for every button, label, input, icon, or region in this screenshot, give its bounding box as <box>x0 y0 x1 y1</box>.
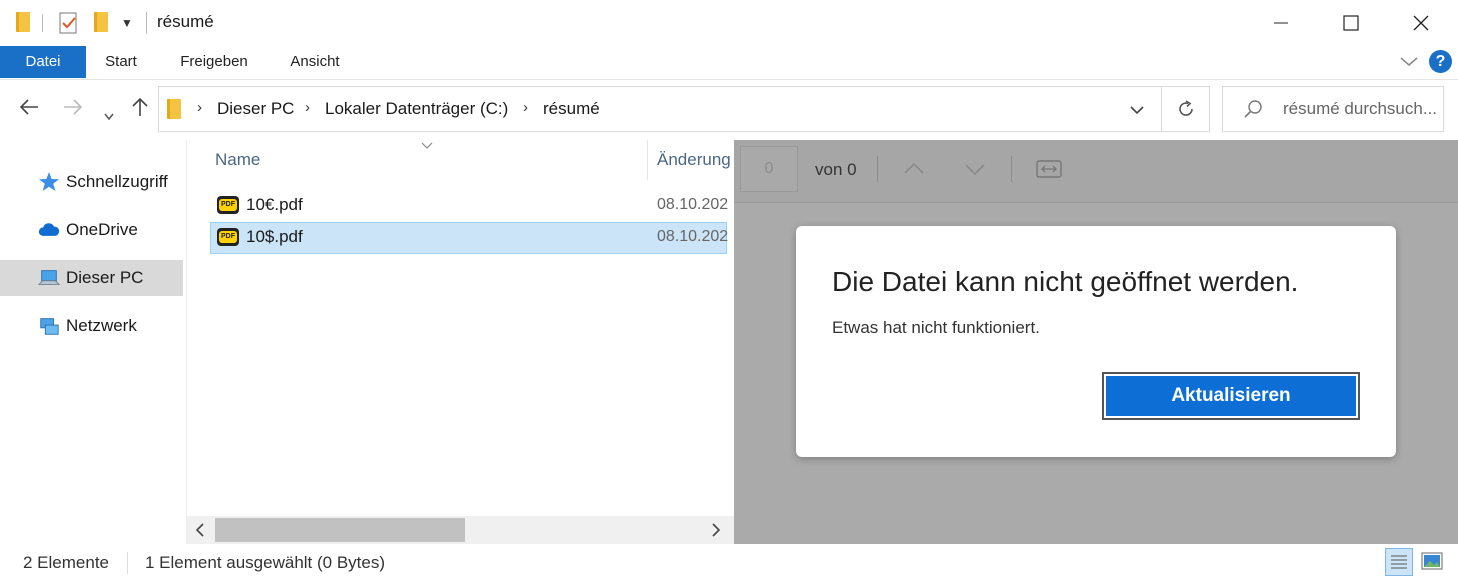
nav-item-dieser-pc[interactable]: Dieser PC <box>0 260 183 296</box>
search-input[interactable]: résumé durchsuch... <box>1283 99 1437 119</box>
preview-pane: 0 von 0 Die Datei kann nicht geöffnet we… <box>734 140 1458 544</box>
search-icon <box>1243 99 1263 124</box>
refresh-dialog-button[interactable]: Aktualisieren <box>1102 372 1360 420</box>
nav-item-netzwerk[interactable]: Netzwerk <box>0 308 183 344</box>
recent-locations-button[interactable] <box>103 102 115 128</box>
minimize-button[interactable] <box>1246 0 1316 46</box>
nav-label: Netzwerk <box>66 316 137 335</box>
computer-icon <box>38 267 60 289</box>
minimize-icon <box>1274 22 1288 24</box>
chevron-down-icon <box>965 164 985 176</box>
file-name: 10€.pdf <box>246 195 303 214</box>
breadcrumb-separator-icon[interactable]: › <box>305 99 310 116</box>
search-box[interactable]: résumé durchsuch... <box>1222 86 1444 132</box>
customize-toolbar-icon[interactable]: ▼ <box>121 16 133 30</box>
refresh-icon <box>1178 100 1193 116</box>
navigation-pane: Schnellzugriff OneDrive Dieser PC Netzwe… <box>0 140 187 544</box>
dialog-title: Die Datei kann nicht geöffnet werden. <box>832 266 1299 297</box>
column-divider[interactable] <box>647 140 648 180</box>
breadcrumb-resume[interactable]: résumé <box>543 99 600 119</box>
maximize-icon <box>1343 15 1359 31</box>
divider <box>1011 156 1012 182</box>
address-history-icon[interactable] <box>1129 103 1145 121</box>
window-title: résumé <box>157 12 214 31</box>
dialog-message: Etwas hat nicht funktioniert. <box>832 318 1040 337</box>
expand-ribbon-icon[interactable] <box>1398 50 1420 77</box>
breadcrumb-drive[interactable]: Lokaler Datenträger (C:) <box>325 99 508 119</box>
details-view-icon <box>1391 555 1407 569</box>
nav-item-onedrive[interactable]: OneDrive <box>0 212 183 248</box>
address-bar[interactable]: › Dieser PC › Lokaler Datenträger (C:) ›… <box>158 86 1162 132</box>
close-icon <box>1413 15 1429 31</box>
up-button[interactable] <box>130 96 150 124</box>
title-bar: ▼ résumé <box>0 0 1458 46</box>
scrollbar-thumb[interactable] <box>215 518 465 542</box>
page-count: von 0 <box>815 160 857 179</box>
nav-label: OneDrive <box>66 220 138 239</box>
refresh-dialog-button-label: Aktualisieren <box>1106 376 1356 416</box>
page-number-input[interactable]: 0 <box>740 146 798 192</box>
chevron-up-icon <box>904 162 924 174</box>
tab-ansicht[interactable]: Ansicht <box>278 46 352 78</box>
folder-icon <box>16 12 30 32</box>
selection-info: 1 Element ausgewählt (0 Bytes) <box>145 553 386 572</box>
breadcrumb-dieser-pc[interactable]: Dieser PC <box>217 99 294 119</box>
column-header-date[interactable]: Änderung <box>657 150 731 170</box>
forward-arrow-icon <box>64 99 83 115</box>
breadcrumb-separator-icon[interactable]: › <box>197 99 202 116</box>
help-icon[interactable]: ? <box>1429 50 1452 73</box>
refresh-button[interactable] <box>1162 86 1210 132</box>
tab-start[interactable]: Start <box>90 46 152 78</box>
column-header-name[interactable]: Name <box>215 150 260 170</box>
file-name: 10$.pdf <box>246 227 303 246</box>
back-button[interactable] <box>18 96 40 124</box>
pdf-file-icon: PDF <box>217 228 239 246</box>
file-row[interactable]: PDF 10€.pdf 08.10.202 <box>210 190 729 222</box>
back-arrow-icon <box>19 99 38 115</box>
fit-width-icon <box>1036 160 1062 178</box>
maximize-button[interactable] <box>1316 0 1386 46</box>
new-folder-icon[interactable] <box>94 12 108 32</box>
scroll-right-icon[interactable] <box>709 521 723 544</box>
nav-label: Dieser PC <box>66 268 144 287</box>
status-bar: 2 Elemente 1 Element ausgewählt (0 Bytes… <box>0 544 1458 580</box>
nav-label: Schnellzugriff <box>66 172 168 191</box>
cloud-icon <box>38 219 60 241</box>
divider <box>42 14 43 32</box>
properties-icon[interactable] <box>58 11 80 40</box>
previous-page-button[interactable] <box>902 160 926 181</box>
error-dialog: Die Datei kann nicht geöffnet werden. Et… <box>796 226 1396 457</box>
folder-icon <box>167 99 181 119</box>
divider <box>146 12 147 34</box>
pdf-file-icon: PDF <box>217 196 239 214</box>
star-icon <box>38 171 60 193</box>
large-icons-view-icon <box>1421 552 1443 570</box>
tab-datei[interactable]: Datei <box>0 46 86 78</box>
next-page-button[interactable] <box>963 162 987 183</box>
close-button[interactable] <box>1386 0 1456 46</box>
file-date: 08.10.202 <box>657 196 729 213</box>
ribbon: Datei Start Freigeben Ansicht ? <box>0 46 1458 80</box>
horizontal-scrollbar[interactable] <box>187 516 734 544</box>
address-row: › Dieser PC › Lokaler Datenträger (C:) ›… <box>0 80 1458 140</box>
file-date: 08.10.202 <box>657 228 729 245</box>
sort-indicator-icon <box>420 140 434 156</box>
divider <box>127 552 128 574</box>
network-icon <box>38 315 60 337</box>
file-list: Name Änderung PDF 10€.pdf 08.10.202 PDF … <box>187 140 734 544</box>
file-row-selected[interactable]: PDF 10$.pdf 08.10.202 <box>210 222 729 254</box>
details-view-button[interactable] <box>1385 548 1413 576</box>
item-count: 2 Elemente <box>23 553 109 572</box>
breadcrumb-separator-icon[interactable]: › <box>523 99 528 116</box>
divider <box>877 156 878 182</box>
fit-width-button[interactable] <box>1036 159 1062 184</box>
large-icons-view-button[interactable] <box>1421 552 1443 575</box>
forward-button[interactable] <box>62 96 84 124</box>
up-arrow-icon <box>132 97 148 116</box>
chevron-down-icon <box>104 113 114 121</box>
tab-freigeben[interactable]: Freigeben <box>168 46 260 78</box>
pdf-toolbar: 0 von 0 <box>734 140 1458 203</box>
nav-item-schnellzugriff[interactable]: Schnellzugriff <box>0 164 183 200</box>
scroll-left-icon[interactable] <box>193 521 207 544</box>
